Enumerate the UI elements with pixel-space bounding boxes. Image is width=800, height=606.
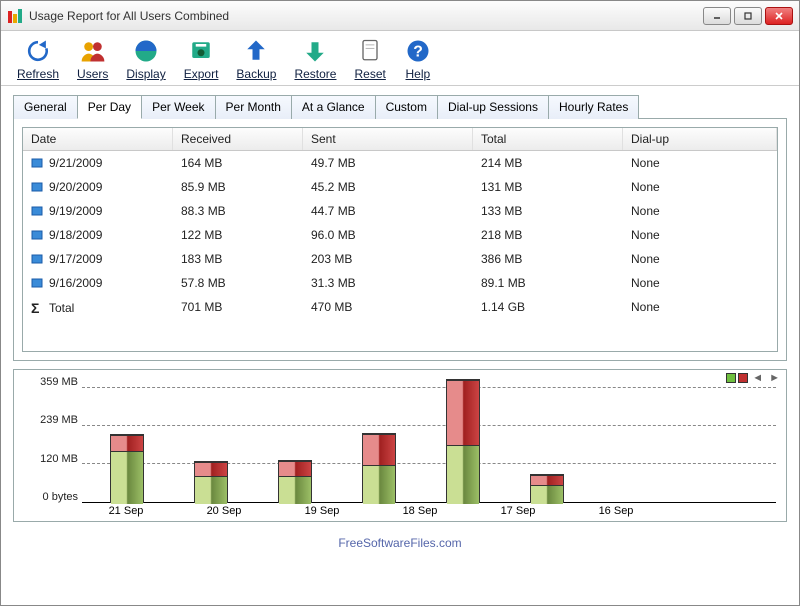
restore-button[interactable]: Restore — [294, 37, 336, 81]
chart-bar — [530, 474, 564, 503]
toolbar: Refresh Users Display Export Backup Restore Re… — [1, 31, 799, 86]
toolbar-label: Help — [406, 67, 431, 81]
tab-general[interactable]: General — [13, 95, 78, 119]
tab-per-week[interactable]: Per Week — [141, 95, 215, 119]
users-button[interactable]: Users — [77, 37, 108, 81]
help-button[interactable]: ? Help — [404, 37, 432, 81]
restore-icon — [301, 37, 329, 65]
chart-bar — [110, 434, 144, 503]
toolbar-label: Display — [126, 67, 165, 81]
tab-custom[interactable]: Custom — [375, 95, 438, 119]
tab-hourly-rates[interactable]: Hourly Rates — [548, 95, 639, 119]
column-header[interactable]: Date — [23, 128, 173, 150]
toolbar-label: Users — [77, 67, 108, 81]
svg-text:?: ? — [413, 43, 423, 60]
table-row[interactable]: 9/18/2009122 MB96.0 MB218 MBNone — [23, 223, 777, 247]
toolbar-label: Refresh — [17, 67, 59, 81]
refresh-button[interactable]: Refresh — [17, 37, 59, 81]
table-row[interactable]: 9/16/200957.8 MB31.3 MB89.1 MBNone — [23, 271, 777, 295]
table-row[interactable]: 9/21/2009164 MB49.7 MB214 MBNone — [23, 151, 777, 175]
display-icon — [132, 37, 160, 65]
table-row[interactable]: 9/17/2009183 MB203 MB386 MBNone — [23, 247, 777, 271]
column-header[interactable]: Dial-up — [623, 128, 777, 150]
refresh-icon — [24, 37, 52, 65]
footer-watermark: FreeSoftwareFiles.com — [1, 534, 799, 552]
chart-bar — [362, 433, 396, 503]
chart-x-label: 19 Sep — [298, 505, 346, 521]
table-header: DateReceivedSentTotalDial-up — [23, 128, 777, 151]
chart-x-label: 21 Sep — [102, 505, 150, 521]
column-header[interactable]: Sent — [303, 128, 473, 150]
column-header[interactable]: Total — [473, 128, 623, 150]
app-icon — [7, 8, 23, 24]
table-row[interactable]: 9/19/200988.3 MB44.7 MB133 MBNone — [23, 199, 777, 223]
toolbar-label: Restore — [294, 67, 336, 81]
users-icon — [79, 37, 107, 65]
tab-at-a-glance[interactable]: At a Glance — [291, 95, 376, 119]
table-row[interactable]: 9/20/200985.9 MB45.2 MB131 MBNone — [23, 175, 777, 199]
tab-per-month[interactable]: Per Month — [215, 95, 292, 119]
toolbar-label: Reset — [354, 67, 385, 81]
table-body: 9/21/2009164 MB49.7 MB214 MBNone9/20/200… — [23, 151, 777, 351]
export-button[interactable]: Export — [184, 37, 219, 81]
tab-dial-up-sessions[interactable]: Dial-up Sessions — [437, 95, 549, 119]
export-icon — [187, 37, 215, 65]
close-button[interactable] — [765, 7, 793, 25]
toolbar-label: Export — [184, 67, 219, 81]
titlebar: Usage Report for All Users Combined — [1, 1, 799, 31]
chart-bar — [278, 460, 312, 503]
chart-y-labels: 359 MB239 MB120 MB0 bytes — [24, 376, 82, 521]
minimize-button[interactable] — [703, 7, 731, 25]
tab-per-day[interactable]: Per Day — [77, 95, 142, 119]
chart-x-label: 20 Sep — [200, 505, 248, 521]
chart-plot: 21 Sep 20 Sep 19 Sep 18 Sep 17 Sep 16 Sep — [82, 376, 776, 521]
chart-bar — [446, 379, 480, 503]
column-header[interactable]: Received — [173, 128, 303, 150]
usage-table: DateReceivedSentTotalDial-up 9/21/200916… — [22, 127, 778, 352]
tabstrip: GeneralPer DayPer WeekPer MonthAt a Glan… — [13, 94, 787, 118]
chart-panel: ◄ ► 359 MB239 MB120 MB0 bytes 21 Sep20 S… — [13, 369, 787, 522]
table-panel: DateReceivedSentTotalDial-up 9/21/200916… — [13, 118, 787, 361]
chart-x-label: 17 Sep — [494, 505, 542, 521]
reset-icon — [356, 37, 384, 65]
backup-button[interactable]: Backup — [236, 37, 276, 81]
chart-bar — [194, 461, 228, 503]
toolbar-label: Backup — [236, 67, 276, 81]
window-title: Usage Report for All Users Combined — [29, 9, 703, 23]
reset-button[interactable]: Reset — [354, 37, 385, 81]
help-icon: ? — [404, 37, 432, 65]
maximize-button[interactable] — [734, 7, 762, 25]
chart-x-label: 16 Sep — [592, 505, 640, 521]
display-button[interactable]: Display — [126, 37, 165, 81]
backup-icon — [242, 37, 270, 65]
chart-x-label: 18 Sep — [396, 505, 444, 521]
table-total-row[interactable]: ΣTotal701 MB470 MB1.14 GBNone — [23, 295, 777, 321]
